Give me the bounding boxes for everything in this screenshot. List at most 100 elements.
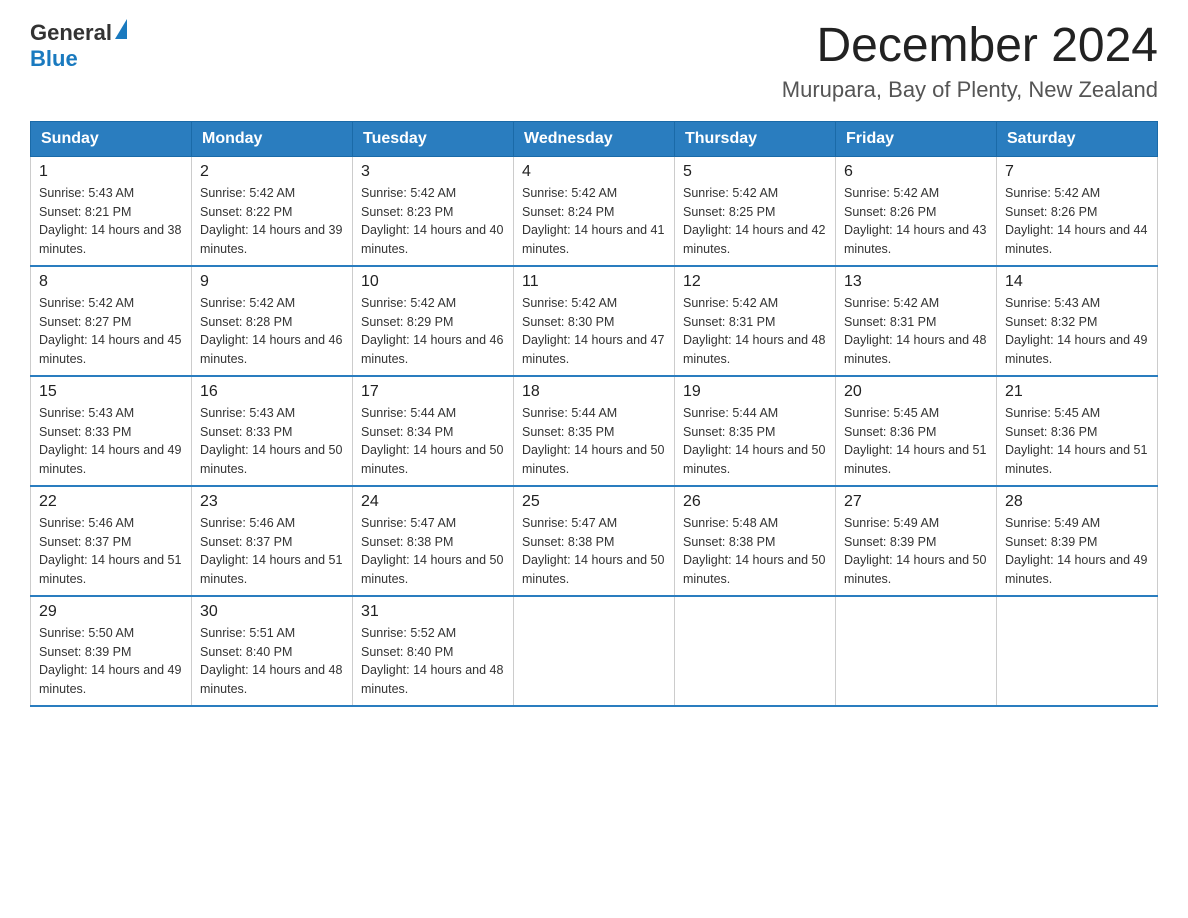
calendar-cell: 26 Sunrise: 5:48 AMSunset: 8:38 PMDaylig… (675, 486, 836, 596)
calendar-header: SundayMondayTuesdayWednesdayThursdayFrid… (31, 121, 1158, 156)
day-info: Sunrise: 5:46 AMSunset: 8:37 PMDaylight:… (200, 516, 342, 586)
day-info: Sunrise: 5:42 AMSunset: 8:28 PMDaylight:… (200, 296, 342, 366)
day-number: 4 (522, 163, 666, 181)
day-info: Sunrise: 5:46 AMSunset: 8:37 PMDaylight:… (39, 516, 181, 586)
day-info: Sunrise: 5:44 AMSunset: 8:35 PMDaylight:… (683, 406, 825, 476)
day-info: Sunrise: 5:42 AMSunset: 8:29 PMDaylight:… (361, 296, 503, 366)
day-number: 7 (1005, 163, 1149, 181)
logo-blue-text: Blue (30, 46, 78, 72)
header-day-saturday: Saturday (997, 121, 1158, 156)
day-info: Sunrise: 5:45 AMSunset: 8:36 PMDaylight:… (1005, 406, 1147, 476)
calendar-cell: 1 Sunrise: 5:43 AMSunset: 8:21 PMDayligh… (31, 156, 192, 266)
day-number: 8 (39, 273, 183, 291)
day-number: 6 (844, 163, 988, 181)
day-number: 24 (361, 493, 505, 511)
calendar-body: 1 Sunrise: 5:43 AMSunset: 8:21 PMDayligh… (31, 156, 1158, 706)
day-number: 19 (683, 383, 827, 401)
day-number: 29 (39, 603, 183, 621)
header-day-monday: Monday (192, 121, 353, 156)
calendar-cell: 19 Sunrise: 5:44 AMSunset: 8:35 PMDaylig… (675, 376, 836, 486)
header-day-thursday: Thursday (675, 121, 836, 156)
day-number: 31 (361, 603, 505, 621)
day-number: 22 (39, 493, 183, 511)
calendar-cell: 7 Sunrise: 5:42 AMSunset: 8:26 PMDayligh… (997, 156, 1158, 266)
week-row-2: 8 Sunrise: 5:42 AMSunset: 8:27 PMDayligh… (31, 266, 1158, 376)
day-info: Sunrise: 5:42 AMSunset: 8:26 PMDaylight:… (844, 186, 986, 256)
calendar-cell (675, 596, 836, 706)
calendar-cell: 29 Sunrise: 5:50 AMSunset: 8:39 PMDaylig… (31, 596, 192, 706)
day-number: 3 (361, 163, 505, 181)
day-info: Sunrise: 5:42 AMSunset: 8:24 PMDaylight:… (522, 186, 664, 256)
day-number: 26 (683, 493, 827, 511)
day-info: Sunrise: 5:42 AMSunset: 8:30 PMDaylight:… (522, 296, 664, 366)
day-info: Sunrise: 5:42 AMSunset: 8:22 PMDaylight:… (200, 186, 342, 256)
week-row-5: 29 Sunrise: 5:50 AMSunset: 8:39 PMDaylig… (31, 596, 1158, 706)
day-number: 14 (1005, 273, 1149, 291)
day-info: Sunrise: 5:50 AMSunset: 8:39 PMDaylight:… (39, 626, 181, 696)
logo-general-text: General (30, 20, 112, 46)
day-number: 20 (844, 383, 988, 401)
day-info: Sunrise: 5:43 AMSunset: 8:21 PMDaylight:… (39, 186, 181, 256)
day-info: Sunrise: 5:52 AMSunset: 8:40 PMDaylight:… (361, 626, 503, 696)
page-title: December 2024 (782, 20, 1158, 73)
day-info: Sunrise: 5:42 AMSunset: 8:26 PMDaylight:… (1005, 186, 1147, 256)
calendar-cell: 30 Sunrise: 5:51 AMSunset: 8:40 PMDaylig… (192, 596, 353, 706)
calendar-cell (997, 596, 1158, 706)
calendar-cell: 10 Sunrise: 5:42 AMSunset: 8:29 PMDaylig… (353, 266, 514, 376)
calendar-cell: 11 Sunrise: 5:42 AMSunset: 8:30 PMDaylig… (514, 266, 675, 376)
header-day-wednesday: Wednesday (514, 121, 675, 156)
day-info: Sunrise: 5:43 AMSunset: 8:33 PMDaylight:… (39, 406, 181, 476)
day-number: 16 (200, 383, 344, 401)
day-number: 15 (39, 383, 183, 401)
day-number: 9 (200, 273, 344, 291)
day-number: 21 (1005, 383, 1149, 401)
calendar-cell: 8 Sunrise: 5:42 AMSunset: 8:27 PMDayligh… (31, 266, 192, 376)
calendar-cell: 31 Sunrise: 5:52 AMSunset: 8:40 PMDaylig… (353, 596, 514, 706)
day-info: Sunrise: 5:42 AMSunset: 8:27 PMDaylight:… (39, 296, 181, 366)
calendar-cell: 28 Sunrise: 5:49 AMSunset: 8:39 PMDaylig… (997, 486, 1158, 596)
calendar-cell: 18 Sunrise: 5:44 AMSunset: 8:35 PMDaylig… (514, 376, 675, 486)
calendar-cell: 14 Sunrise: 5:43 AMSunset: 8:32 PMDaylig… (997, 266, 1158, 376)
day-number: 12 (683, 273, 827, 291)
calendar-cell: 20 Sunrise: 5:45 AMSunset: 8:36 PMDaylig… (836, 376, 997, 486)
day-info: Sunrise: 5:49 AMSunset: 8:39 PMDaylight:… (1005, 516, 1147, 586)
day-info: Sunrise: 5:42 AMSunset: 8:23 PMDaylight:… (361, 186, 503, 256)
day-number: 2 (200, 163, 344, 181)
calendar-cell: 24 Sunrise: 5:47 AMSunset: 8:38 PMDaylig… (353, 486, 514, 596)
calendar-cell: 2 Sunrise: 5:42 AMSunset: 8:22 PMDayligh… (192, 156, 353, 266)
header-row: SundayMondayTuesdayWednesdayThursdayFrid… (31, 121, 1158, 156)
day-info: Sunrise: 5:47 AMSunset: 8:38 PMDaylight:… (361, 516, 503, 586)
day-number: 1 (39, 163, 183, 181)
logo-triangle-icon (115, 19, 127, 39)
header-day-friday: Friday (836, 121, 997, 156)
page-subtitle: Murupara, Bay of Plenty, New Zealand (782, 77, 1158, 103)
day-info: Sunrise: 5:42 AMSunset: 8:31 PMDaylight:… (844, 296, 986, 366)
day-info: Sunrise: 5:43 AMSunset: 8:32 PMDaylight:… (1005, 296, 1147, 366)
calendar-cell: 12 Sunrise: 5:42 AMSunset: 8:31 PMDaylig… (675, 266, 836, 376)
day-number: 17 (361, 383, 505, 401)
title-block: December 2024 Murupara, Bay of Plenty, N… (782, 20, 1158, 103)
day-info: Sunrise: 5:49 AMSunset: 8:39 PMDaylight:… (844, 516, 986, 586)
day-info: Sunrise: 5:42 AMSunset: 8:31 PMDaylight:… (683, 296, 825, 366)
calendar-cell: 27 Sunrise: 5:49 AMSunset: 8:39 PMDaylig… (836, 486, 997, 596)
day-number: 10 (361, 273, 505, 291)
header-day-tuesday: Tuesday (353, 121, 514, 156)
calendar-cell: 6 Sunrise: 5:42 AMSunset: 8:26 PMDayligh… (836, 156, 997, 266)
week-row-3: 15 Sunrise: 5:43 AMSunset: 8:33 PMDaylig… (31, 376, 1158, 486)
day-info: Sunrise: 5:47 AMSunset: 8:38 PMDaylight:… (522, 516, 664, 586)
calendar-cell: 17 Sunrise: 5:44 AMSunset: 8:34 PMDaylig… (353, 376, 514, 486)
day-number: 25 (522, 493, 666, 511)
logo: General Blue (30, 20, 127, 72)
calendar-cell: 22 Sunrise: 5:46 AMSunset: 8:37 PMDaylig… (31, 486, 192, 596)
calendar-cell: 9 Sunrise: 5:42 AMSunset: 8:28 PMDayligh… (192, 266, 353, 376)
calendar-cell: 13 Sunrise: 5:42 AMSunset: 8:31 PMDaylig… (836, 266, 997, 376)
calendar-cell: 4 Sunrise: 5:42 AMSunset: 8:24 PMDayligh… (514, 156, 675, 266)
week-row-1: 1 Sunrise: 5:43 AMSunset: 8:21 PMDayligh… (31, 156, 1158, 266)
day-number: 13 (844, 273, 988, 291)
day-info: Sunrise: 5:51 AMSunset: 8:40 PMDaylight:… (200, 626, 342, 696)
calendar-cell: 21 Sunrise: 5:45 AMSunset: 8:36 PMDaylig… (997, 376, 1158, 486)
calendar-cell (836, 596, 997, 706)
day-info: Sunrise: 5:44 AMSunset: 8:35 PMDaylight:… (522, 406, 664, 476)
day-number: 23 (200, 493, 344, 511)
day-number: 5 (683, 163, 827, 181)
